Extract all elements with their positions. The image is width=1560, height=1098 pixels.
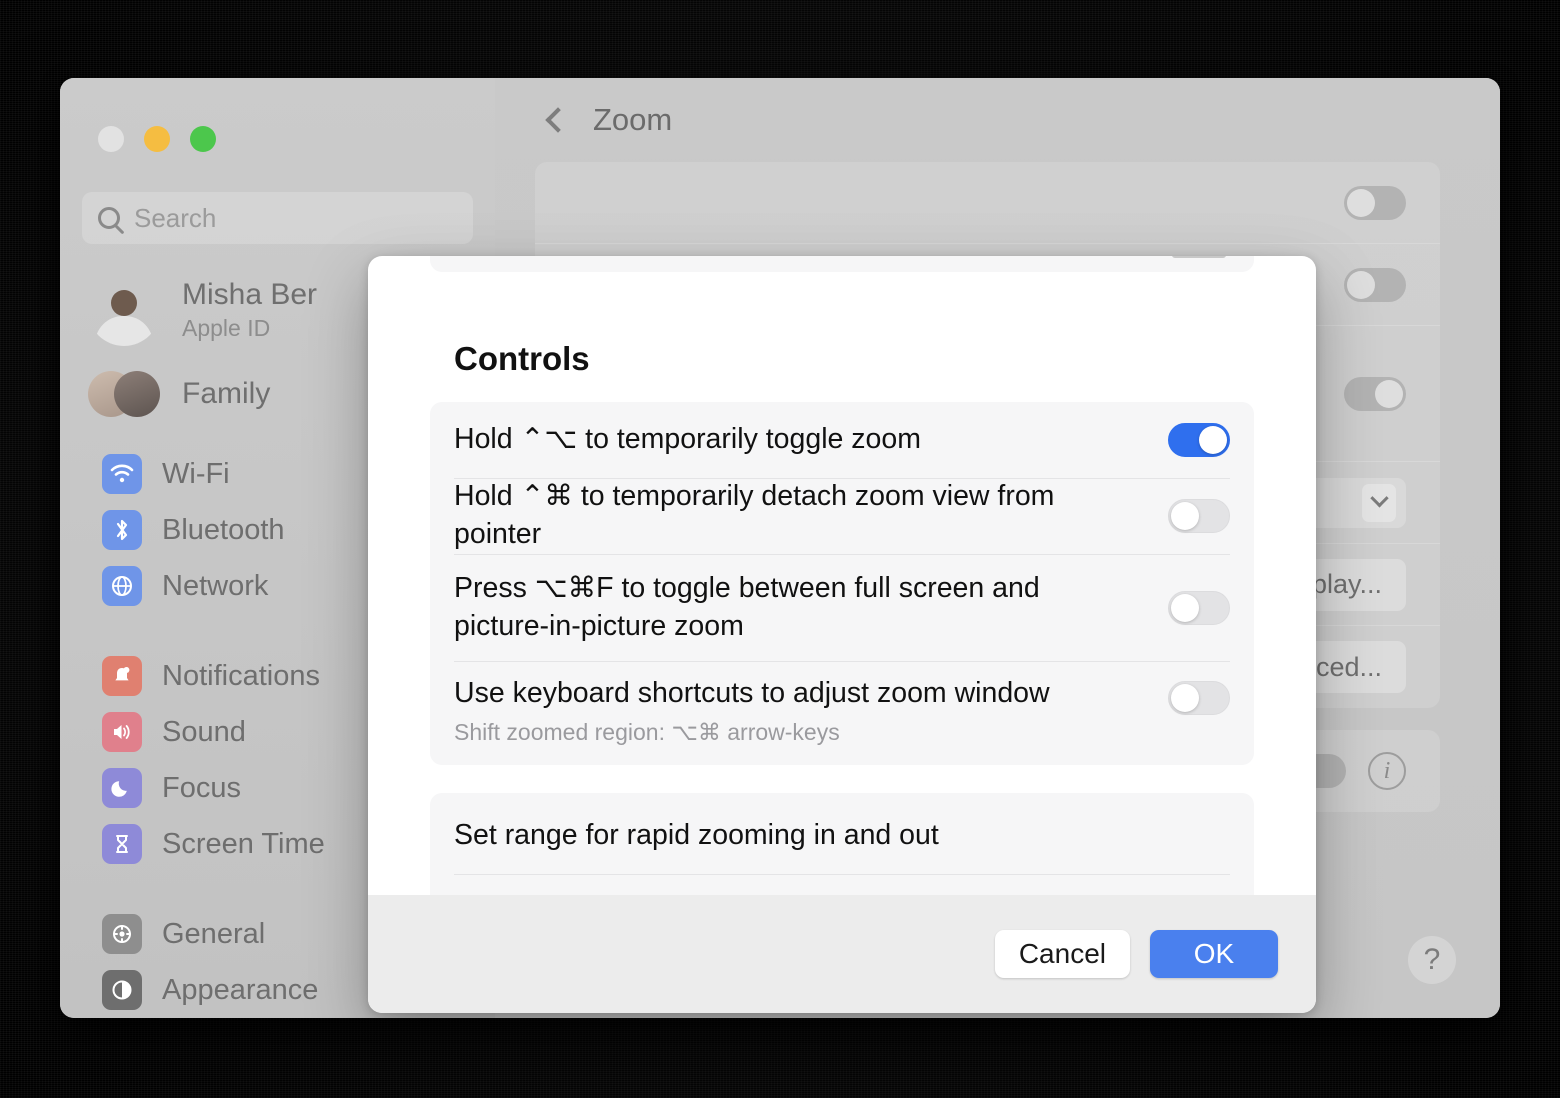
- control-row-hold-control-command[interactable]: Hold ⌃⌘ to temporarily detach zoom view …: [430, 478, 1254, 554]
- background-row: [535, 162, 1440, 244]
- sidebar-item-label: Bluetooth: [162, 513, 285, 546]
- zoom-controls-dialog: Controls Hold ⌃⌥ to temporarily toggle z…: [368, 256, 1316, 1013]
- bluetooth-icon: [102, 510, 142, 550]
- zoom-range-values: Maximum zoom 1.0 Minimum zoom 1.0: [430, 874, 1254, 895]
- hourglass-icon: [102, 824, 142, 864]
- dialog-scroll-area[interactable]: Controls Hold ⌃⌥ to temporarily toggle z…: [368, 256, 1316, 895]
- toggle-hold-control-command[interactable]: [1168, 499, 1230, 533]
- detail-titlebar: Zoom: [495, 78, 1500, 162]
- toggle-press-option-command-f[interactable]: [1168, 590, 1230, 625]
- maximum-zoom-value: 1.0: [768, 894, 842, 895]
- moon-icon: [102, 768, 142, 808]
- zoom-range-header: Set range for rapid zooming in and out: [454, 819, 939, 852]
- appearance-icon: [102, 970, 142, 1010]
- partial-toggle: [1172, 256, 1226, 258]
- control-row-keyboard-shortcuts[interactable]: Use keyboard shortcuts to adjust zoom wi…: [430, 661, 1254, 765]
- speaker-icon: [102, 712, 142, 752]
- row-text: Press ⌥⌘F to toggle between full screen …: [454, 570, 1168, 645]
- maximum-zoom-label: Maximum zoom: [454, 894, 655, 895]
- page-title: Zoom: [593, 102, 673, 137]
- sidebar-item-label: Wi-Fi: [162, 457, 230, 490]
- clipped-card-above: [430, 256, 1254, 272]
- account-name: Misha Ber: [182, 278, 318, 312]
- sidebar-item-label: General: [162, 917, 266, 950]
- search-icon: [98, 207, 120, 229]
- cancel-button[interactable]: Cancel: [994, 930, 1130, 978]
- sidebar-item-label: Family: [182, 377, 271, 410]
- minimum-zoom-value: 1.0: [1190, 894, 1230, 895]
- account-subtitle: Apple ID: [182, 314, 271, 341]
- maximize-button[interactable]: [190, 126, 216, 152]
- help-button[interactable]: ?: [1408, 936, 1456, 984]
- bg-toggle-3[interactable]: [1344, 376, 1406, 411]
- toggle-hold-control-option[interactable]: [1168, 423, 1230, 457]
- dialog-footer: Cancel OK: [368, 895, 1316, 1013]
- zoom-range-card: Set range for rapid zooming in and out M…: [430, 793, 1254, 895]
- sidebar-item-label: Appearance: [162, 973, 319, 1006]
- row-text: Use keyboard shortcuts to adjust zoom wi…: [454, 675, 1168, 746]
- sidebar-item-label: Screen Time: [162, 827, 325, 860]
- close-button[interactable]: [98, 126, 124, 152]
- sidebar-item-label: Notifications: [162, 659, 320, 692]
- minimum-zoom-label: Minimum zoom: [842, 894, 1035, 895]
- minimum-zoom-field[interactable]: Minimum zoom 1.0: [842, 894, 1230, 895]
- chevron-left-icon[interactable]: [545, 107, 571, 133]
- sidebar-item-label: Network: [162, 569, 269, 602]
- control-row-hold-control-option[interactable]: Hold ⌃⌥ to temporarily toggle zoom: [430, 402, 1254, 478]
- network-icon: [102, 566, 142, 606]
- family-avatars-icon: [88, 368, 160, 420]
- gear-icon: [102, 914, 142, 954]
- control-row-press-option-command-f[interactable]: Press ⌥⌘F to toggle between full screen …: [430, 554, 1254, 661]
- avatar: [88, 274, 160, 346]
- row-title: Hold ⌃⌘ to temporarily detach zoom view …: [454, 480, 1055, 550]
- row-subtitle: Shift zoomed region: ⌥⌘ arrow-keys: [454, 718, 840, 745]
- search-field[interactable]: Search: [82, 192, 473, 244]
- toggle-keyboard-shortcuts[interactable]: [1168, 681, 1230, 716]
- sidebar-item-label: Sound: [162, 715, 246, 748]
- window-controls: [60, 112, 495, 152]
- chevron-down-icon: [1362, 483, 1396, 522]
- wifi-icon: [102, 454, 142, 494]
- bg-toggle-1[interactable]: [1344, 185, 1406, 220]
- section-heading-controls: Controls: [454, 340, 590, 377]
- row-title: Hold ⌃⌥ to temporarily toggle zoom: [454, 423, 921, 456]
- row-title: Press ⌥⌘F to toggle between full screen …: [454, 572, 1040, 642]
- info-icon[interactable]: i: [1368, 752, 1406, 790]
- minimize-button[interactable]: [144, 126, 170, 152]
- maximum-zoom-field[interactable]: Maximum zoom 1.0: [454, 894, 842, 895]
- search-placeholder: Search: [134, 202, 217, 233]
- row-title: Use keyboard shortcuts to adjust zoom wi…: [454, 677, 1050, 710]
- row-text: Hold ⌃⌘ to temporarily detach zoom view …: [454, 478, 1168, 553]
- row-text: Hold ⌃⌥ to temporarily toggle zoom: [454, 421, 1168, 459]
- sidebar-item-label: Focus: [162, 771, 241, 804]
- bell-icon: [102, 656, 142, 696]
- ok-button[interactable]: OK: [1150, 930, 1278, 978]
- controls-card: Hold ⌃⌥ to temporarily toggle zoom Hold …: [430, 402, 1254, 766]
- bg-toggle-2[interactable]: [1344, 267, 1406, 302]
